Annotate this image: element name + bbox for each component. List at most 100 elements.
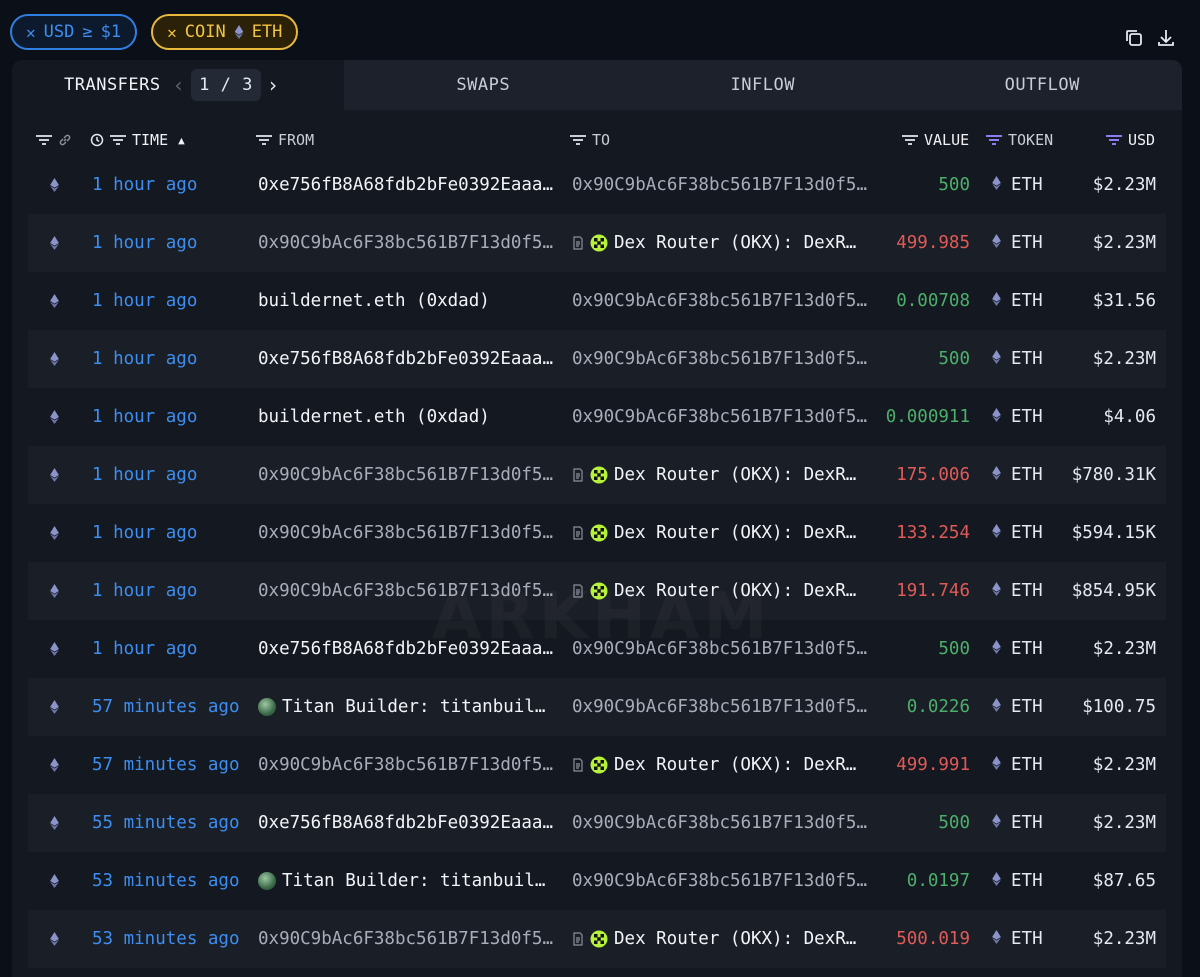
table-row[interactable]: 1 hour ago 0xe756fB8A68fdb2bFe0392Eaaa… … <box>28 330 1166 388</box>
table-row[interactable]: 57 minutes ago Titan Builder: titanbuil…… <box>28 678 1166 736</box>
token-cell[interactable]: ETH <box>992 214 1043 272</box>
address-link[interactable]: 0x90C9bAc6F38bc561B7F13d0f5… <box>572 407 867 427</box>
filter-icon[interactable] <box>36 134 52 146</box>
time-cell[interactable]: 1 hour ago <box>92 562 197 620</box>
time-cell[interactable]: 53 minutes ago <box>92 910 240 968</box>
entity-dex-router[interactable]: Dex Router (OKX): DexR… <box>572 929 856 949</box>
table-row[interactable]: 1 hour ago buildernet.eth (0xdad) 0x90C9… <box>28 388 1166 446</box>
time-cell[interactable]: 1 hour ago <box>92 330 197 388</box>
address-link[interactable]: 0xe756fB8A68fdb2bFe0392Eaaa… <box>258 813 553 833</box>
header-value[interactable]: VALUE <box>902 131 969 149</box>
coin-filter-chip[interactable]: ✕ COIN ETH <box>151 14 299 50</box>
token-cell[interactable]: ETH <box>992 794 1043 852</box>
table-row[interactable]: 1 hour ago 0x90C9bAc6F38bc561B7F13d0f5… … <box>28 504 1166 562</box>
time-cell[interactable]: 1 hour ago <box>92 388 197 446</box>
usd-cell: $31.56 <box>1092 291 1156 311</box>
token-cell[interactable]: ETH <box>992 910 1043 968</box>
table-row[interactable]: 1 hour ago buildernet.eth (0xdad) 0x90C9… <box>28 272 1166 330</box>
header-link-filter[interactable] <box>36 133 72 147</box>
time-cell[interactable]: 1 hour ago <box>92 214 197 272</box>
address-link[interactable]: 0x90C9bAc6F38bc561B7F13d0f5… <box>572 349 867 369</box>
header-to-label: TO <box>592 131 611 149</box>
table-row[interactable]: 55 minutes ago 0xe756fB8A68fdb2bFe0392Ea… <box>28 794 1166 852</box>
clock-icon[interactable] <box>90 133 104 147</box>
address-link[interactable]: 0x90C9bAc6F38bc561B7F13d0f5… <box>572 813 867 833</box>
filter-icon[interactable] <box>110 134 126 146</box>
entity-dex-router[interactable]: Dex Router (OKX): DexR… <box>572 465 856 485</box>
time-cell[interactable]: 57 minutes ago <box>92 678 240 736</box>
header-from[interactable]: FROM <box>256 131 314 149</box>
time-cell[interactable]: 1 hour ago <box>92 504 197 562</box>
token-cell[interactable]: ETH <box>992 446 1043 504</box>
remove-filter-icon[interactable]: ✕ <box>26 23 36 42</box>
table-row[interactable]: 53 minutes ago 0x90C9bAc6F38bc561B7F13d0… <box>28 910 1166 968</box>
chevron-right-icon[interactable]: › <box>267 73 280 97</box>
header-time[interactable]: TIME ▲ <box>90 131 185 149</box>
table-row[interactable]: 1 hour ago 0x90C9bAc6F38bc561B7F13d0f5… … <box>28 214 1166 272</box>
address-link[interactable]: 0x90C9bAc6F38bc561B7F13d0f5… <box>572 697 867 717</box>
contract-icon <box>572 236 584 250</box>
table-row[interactable]: 1 hour ago 0xe756fB8A68fdb2bFe0392Eaaa… … <box>28 156 1166 214</box>
tab-bar: TRANSFERS ‹ 1 / 3 › SWAPS INFLOW OUTFLOW <box>12 60 1182 110</box>
entity-dex-router[interactable]: Dex Router (OKX): DexR… <box>572 755 856 775</box>
time-cell[interactable]: 55 minutes ago <box>92 794 240 852</box>
tab-transfers[interactable]: TRANSFERS ‹ 1 / 3 › <box>12 60 344 110</box>
tab-swaps[interactable]: SWAPS <box>343 60 623 110</box>
address-link[interactable]: buildernet.eth (0xdad) <box>258 291 490 311</box>
time-cell[interactable]: 1 hour ago <box>92 446 197 504</box>
address-link[interactable]: 0x90C9bAc6F38bc561B7F13d0f5… <box>572 871 867 891</box>
link-icon[interactable] <box>58 133 72 147</box>
entity-titan-builder[interactable]: Titan Builder: titanbuil… <box>258 871 545 891</box>
usd-filter-chip[interactable]: ✕ USD ≥ $1 <box>10 14 138 50</box>
eth-icon <box>992 639 1001 659</box>
address-link[interactable]: 0x90C9bAc6F38bc561B7F13d0f5… <box>258 233 553 253</box>
entity-label: Dex Router (OKX): DexR… <box>614 233 857 253</box>
time-cell[interactable]: 1 hour ago <box>92 272 197 330</box>
sort-asc-icon[interactable]: ▲ <box>178 134 185 147</box>
entity-dex-router[interactable]: Dex Router (OKX): DexR… <box>572 233 856 253</box>
token-cell[interactable]: ETH <box>992 272 1043 330</box>
address-link[interactable]: 0x90C9bAc6F38bc561B7F13d0f5… <box>258 465 553 485</box>
table-row[interactable]: 1 hour ago 0x90C9bAc6F38bc561B7F13d0f5… … <box>28 446 1166 504</box>
chevron-left-icon[interactable]: ‹ <box>173 73 186 97</box>
token-cell[interactable]: ETH <box>992 388 1043 446</box>
time-cell[interactable]: 1 hour ago <box>92 156 197 214</box>
time-cell[interactable]: 1 hour ago <box>92 620 197 678</box>
address-link[interactable]: 0x90C9bAc6F38bc561B7F13d0f5… <box>258 755 553 775</box>
copy-icon[interactable] <box>1124 28 1144 48</box>
filter-icon[interactable] <box>986 134 1002 146</box>
token-cell[interactable]: ETH <box>992 562 1043 620</box>
token-cell[interactable]: ETH <box>992 678 1043 736</box>
header-usd[interactable]: USD <box>1106 131 1155 149</box>
table-row[interactable]: 57 minutes ago 0x90C9bAc6F38bc561B7F13d0… <box>28 736 1166 794</box>
token-cell[interactable]: ETH <box>992 620 1043 678</box>
time-cell[interactable]: 57 minutes ago <box>92 736 240 794</box>
token-cell[interactable]: ETH <box>992 156 1043 214</box>
value-cell: 0.0226 <box>906 697 970 717</box>
download-icon[interactable] <box>1156 28 1176 48</box>
entity-titan-builder[interactable]: Titan Builder: titanbuil… <box>258 697 545 717</box>
token-cell[interactable]: ETH <box>992 330 1043 388</box>
filter-icon[interactable] <box>570 134 586 146</box>
address-link[interactable]: 0x90C9bAc6F38bc561B7F13d0f5… <box>258 929 553 949</box>
filter-icon[interactable] <box>902 134 918 146</box>
header-to[interactable]: TO <box>570 131 610 149</box>
time-cell[interactable]: 53 minutes ago <box>92 852 240 910</box>
entity-dex-router[interactable]: Dex Router (OKX): DexR… <box>572 523 856 543</box>
address-link[interactable]: buildernet.eth (0xdad) <box>258 407 490 427</box>
filter-icon[interactable] <box>1106 134 1122 146</box>
address-link[interactable]: 0x90C9bAc6F38bc561B7F13d0f5… <box>572 175 867 195</box>
address-link[interactable]: 0xe756fB8A68fdb2bFe0392Eaaa… <box>258 175 553 195</box>
address-link[interactable]: 0x90C9bAc6F38bc561B7F13d0f5… <box>572 291 867 311</box>
address-link[interactable]: 0xe756fB8A68fdb2bFe0392Eaaa… <box>258 349 553 369</box>
tab-inflow[interactable]: INFLOW <box>623 60 903 110</box>
header-token[interactable]: TOKEN <box>986 131 1053 149</box>
token-cell[interactable]: ETH <box>992 736 1043 794</box>
remove-filter-icon[interactable]: ✕ <box>167 23 177 42</box>
table-row[interactable]: 53 minutes ago Titan Builder: titanbuil…… <box>28 852 1166 910</box>
token-cell[interactable]: ETH <box>992 852 1043 910</box>
address-link[interactable]: 0x90C9bAc6F38bc561B7F13d0f5… <box>258 523 553 543</box>
tab-outflow[interactable]: OUTFLOW <box>902 60 1182 110</box>
filter-icon[interactable] <box>256 134 272 146</box>
token-cell[interactable]: ETH <box>992 504 1043 562</box>
